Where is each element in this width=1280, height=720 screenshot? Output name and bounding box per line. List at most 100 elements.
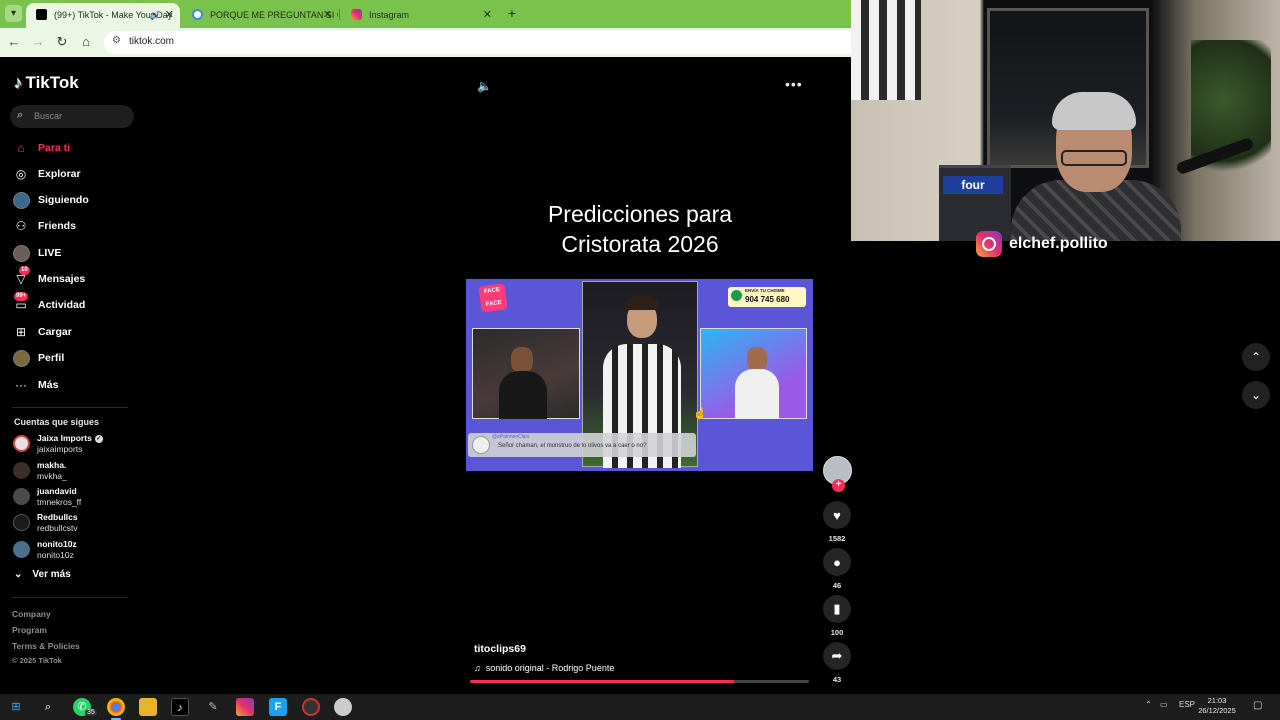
- instagram-app-icon[interactable]: [236, 698, 254, 716]
- creator-avatar[interactable]: +: [823, 456, 852, 492]
- more-icon: ···: [15, 378, 27, 392]
- audio-playing-icon[interactable]: 🔊: [150, 3, 161, 27]
- see-more-button[interactable]: ⌄ Ver más: [14, 569, 71, 580]
- back-button[interactable]: ←: [5, 33, 23, 51]
- comment-button[interactable]: ●: [823, 548, 851, 576]
- account-avatar: [13, 514, 30, 531]
- follow-plus-icon[interactable]: +: [832, 479, 845, 492]
- tab-instagram[interactable]: Instagram ✕: [341, 3, 498, 28]
- video-progress-bar[interactable]: [470, 680, 809, 683]
- tab-tiktok[interactable]: (99+) TikTok - Make Your Day 🔊 ✕: [26, 3, 180, 28]
- account-handle: nonito10z: [37, 550, 74, 560]
- tab-search-button[interactable]: ▾: [5, 5, 22, 22]
- footer-link-terms[interactable]: Terms & Policies: [12, 641, 80, 651]
- nav-item-actividad[interactable]: ▭ 99+ Actividad: [12, 292, 85, 314]
- streamer-hair: [1052, 92, 1136, 130]
- language-indicator[interactable]: ESP: [1179, 700, 1195, 709]
- nav-item-explorar[interactable]: ◎ Explorar: [12, 165, 81, 183]
- search-input[interactable]: ⌕ Buscar: [10, 105, 134, 128]
- address-bar[interactable]: ⚙ tiktok.com: [104, 31, 851, 54]
- tiktok-app-icon[interactable]: ♪: [171, 698, 189, 716]
- nav-label: Para ti: [38, 142, 71, 154]
- notifications-icon[interactable]: ▢: [1253, 700, 1262, 711]
- previous-video-button[interactable]: ⌃: [1242, 343, 1270, 371]
- compass-icon: ◎: [15, 167, 27, 181]
- video-title-line: Cristorata 2026: [561, 231, 719, 257]
- video-caption-bar: @ePaloneoClips Señor chaman, el monstruo…: [468, 433, 696, 457]
- system-clock[interactable]: 21:03 26/12/2025: [1197, 696, 1237, 716]
- save-button[interactable]: ▮: [823, 595, 851, 623]
- nav-label: Siguiendo: [38, 194, 89, 206]
- more-options-icon[interactable]: •••: [785, 76, 803, 92]
- tab-google[interactable]: PORQUE ME PREGUNTAN SI CO ✕: [182, 3, 338, 28]
- video-author[interactable]: titoclips69: [474, 643, 526, 655]
- nav-item-para-ti[interactable]: ⌂ Para ti: [12, 139, 70, 157]
- site-info-icon[interactable]: ⚙: [112, 35, 121, 46]
- footer-link-program[interactable]: Program: [12, 625, 47, 635]
- browser-toolbar: ← → ↻ ⌂ ⚙ tiktok.com: [0, 28, 851, 57]
- share-count: 43: [832, 675, 842, 684]
- app-icon[interactable]: F: [269, 698, 287, 716]
- profile-avatar: [12, 349, 30, 367]
- network-icon[interactable]: ▭: [1160, 700, 1168, 709]
- close-tab-icon[interactable]: ✕: [483, 3, 492, 27]
- save-count: 100: [830, 628, 844, 637]
- home-icon: ⌂: [17, 141, 25, 155]
- volume-icon[interactable]: 🔈: [477, 79, 492, 93]
- nav-item-cargar[interactable]: ⊞ Cargar: [12, 323, 72, 341]
- phone-banner-label: ENVÍA TU CHISME: [745, 288, 785, 293]
- reload-button[interactable]: ↻: [53, 33, 71, 51]
- tiktok-favicon-icon: [36, 9, 47, 20]
- tiktok-logo[interactable]: ♪ TikTok: [14, 73, 79, 93]
- phone-banner-number: 904 745 680: [745, 295, 790, 304]
- nav-item-friends[interactable]: ⚇ Friends: [12, 217, 76, 235]
- tray-chevron-icon[interactable]: ⌃: [1145, 700, 1152, 709]
- tiktok-note-icon: ♪: [14, 73, 23, 92]
- activity-icon: ▭ 99+: [14, 292, 29, 312]
- app-icon[interactable]: ✎: [204, 698, 222, 716]
- mouse-pointer-icon: ☝: [693, 408, 707, 420]
- file-explorer-icon[interactable]: [139, 698, 157, 716]
- comment-icon: ●: [833, 554, 841, 570]
- see-more-label: Ver más: [32, 569, 71, 580]
- forward-button[interactable]: →: [29, 33, 47, 51]
- nav-item-mas[interactable]: ··· Más: [12, 376, 58, 394]
- messages-badge: 10: [19, 266, 30, 275]
- url-text: tiktok.com: [129, 36, 175, 47]
- app-icon[interactable]: [302, 698, 320, 716]
- nav-item-perfil[interactable]: Perfil: [12, 349, 64, 367]
- chrome-icon[interactable]: [107, 698, 125, 716]
- like-button[interactable]: ♥: [823, 501, 851, 529]
- search-icon[interactable]: ⌕: [39, 698, 57, 716]
- video-player[interactable]: FACE FACE ENVÍA TU CHISME 904 745 680 @eP…: [466, 279, 813, 471]
- chevron-up-icon: ⌃: [1250, 350, 1262, 364]
- tab-title: Instagram: [369, 10, 410, 20]
- nav-item-mensajes[interactable]: ▽ 10 Mensajes: [12, 266, 85, 288]
- nav-label: Más: [38, 379, 59, 391]
- app-icon[interactable]: [334, 698, 352, 716]
- next-video-button[interactable]: ⌄: [1242, 381, 1270, 409]
- tab-title: PORQUE ME PREGUNTAN SI CO: [210, 10, 338, 20]
- home-button[interactable]: ⌂: [77, 33, 95, 51]
- wall-frames: [851, 0, 921, 100]
- windows-start-icon[interactable]: ⊞: [7, 698, 25, 716]
- share-icon: ➦: [831, 648, 843, 663]
- close-tab-icon[interactable]: ✕: [323, 3, 332, 27]
- account-name: Jaixa Imports ✓: [37, 433, 103, 443]
- account-name: juandavid: [37, 486, 77, 496]
- heart-icon: ♥: [833, 507, 841, 523]
- nav-item-siguiendo[interactable]: Siguiendo: [12, 191, 89, 209]
- video-sound[interactable]: ♫ sonido original - Rodrigo Puente: [474, 663, 614, 673]
- share-button[interactable]: ➦: [823, 642, 851, 670]
- search-icon: ⌕: [17, 109, 24, 121]
- nav-item-live[interactable]: LIVE: [12, 244, 61, 262]
- following-avatar: [12, 191, 30, 209]
- friends-icon: ⚇: [15, 219, 27, 233]
- new-tab-button[interactable]: +: [504, 4, 520, 22]
- account-name: makha.: [37, 460, 67, 470]
- close-tab-icon[interactable]: ✕: [165, 3, 174, 27]
- footer-link-company[interactable]: Company: [12, 609, 51, 619]
- following-heading: Cuentas que sigues: [14, 417, 100, 427]
- video-panel-right: [700, 328, 807, 419]
- instagram-icon: [976, 231, 1002, 257]
